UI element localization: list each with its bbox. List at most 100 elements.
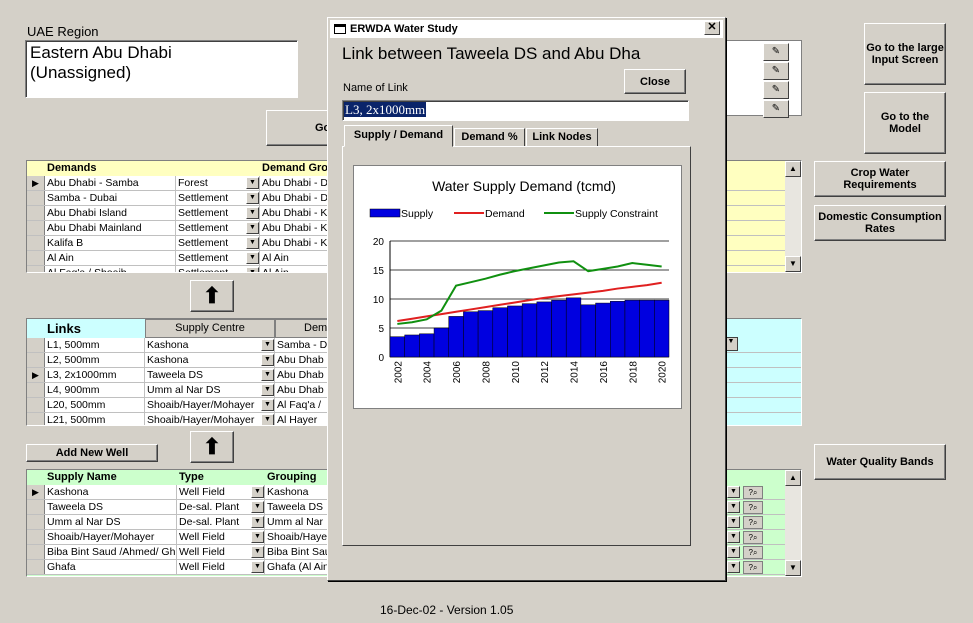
record-selector[interactable]	[27, 383, 45, 397]
scroll-down-icon[interactable]: ▼	[785, 560, 801, 576]
dropdown-arrow-icon[interactable]: ▼	[727, 546, 740, 558]
move-up-arrow-button[interactable]: ⬆	[190, 280, 234, 312]
dropdown-arrow-icon[interactable]: ▼	[251, 531, 264, 543]
record-selector[interactable]: ▶	[27, 485, 45, 499]
domestic-consumption-button[interactable]: Domestic Consumption Rates	[814, 205, 946, 241]
link-name[interactable]: L21, 500mm	[45, 413, 145, 425]
demand-group[interactable]: Abu Dhabi - D	[260, 191, 330, 205]
go-model-button[interactable]: Go to the Model	[864, 92, 946, 154]
supply-name[interactable]: Kashona	[45, 485, 177, 499]
record-selector[interactable]	[27, 413, 45, 425]
crop-water-button[interactable]: Crop Water Requirements	[814, 161, 946, 197]
demand-name[interactable]: Al Ain	[45, 251, 176, 265]
demand-name[interactable]: Abu Dhabi - Samba	[45, 176, 176, 190]
record-selector[interactable]	[27, 266, 45, 272]
edit-icon[interactable]: ✎	[763, 62, 789, 80]
dropdown-arrow-icon[interactable]: ▼	[251, 516, 264, 528]
demand-type[interactable]: Settlement ▼	[176, 266, 260, 272]
record-selector[interactable]	[27, 206, 45, 220]
link-supply-centre[interactable]: Taweela DS ▼	[145, 368, 275, 382]
supply-name[interactable]: Taweela DS	[45, 500, 177, 514]
dropdown-arrow-icon[interactable]: ▼	[246, 267, 259, 272]
dropdown-arrow-icon[interactable]: ▼	[261, 339, 274, 351]
demands-scrollbar[interactable]: ▲ ▼	[785, 161, 801, 272]
supply-type[interactable]: Well Field ▼	[177, 545, 265, 559]
supply-name[interactable]: Biba Bint Saud /Ahmed/ Gh	[45, 545, 177, 559]
dropdown-arrow-icon[interactable]: ▼	[727, 516, 740, 528]
supply-name[interactable]: Ghafa	[45, 560, 177, 574]
demand-type[interactable]: Settlement ▼	[176, 191, 260, 205]
link-demand[interactable]: Abu Dhab	[275, 383, 335, 397]
supply-name[interactable]: Shoaib/Hayer/Mohayer	[45, 530, 177, 544]
demand-name[interactable]: Al Faq'a / Shoaib	[45, 266, 176, 272]
lookup-icon[interactable]: ?⌕	[743, 531, 763, 544]
dropdown-arrow-icon[interactable]: ▼	[246, 177, 259, 189]
link-demand[interactable]: Abu Dhab	[275, 368, 335, 382]
link-name[interactable]: L4, 900mm	[45, 383, 145, 397]
edit-icon[interactable]: ✎	[763, 100, 789, 118]
dropdown-arrow-icon[interactable]: ▼	[727, 486, 740, 498]
scroll-down-icon[interactable]: ▼	[785, 256, 801, 272]
record-selector[interactable]	[27, 221, 45, 235]
link-name[interactable]: L1, 500mm	[45, 338, 145, 352]
record-selector[interactable]	[27, 560, 45, 574]
dropdown-arrow-icon[interactable]: ▼	[246, 237, 259, 249]
dropdown-arrow-icon[interactable]: ▼	[261, 414, 274, 425]
dropdown-arrow-icon[interactable]: ▼	[251, 486, 264, 498]
link-name[interactable]: L20, 500mm	[45, 398, 145, 412]
lookup-icon[interactable]: ?⌕	[743, 501, 763, 514]
supply-group[interactable]: Kashona	[265, 485, 335, 499]
dropdown-arrow-icon[interactable]: ▼	[261, 369, 274, 381]
link-name-input[interactable]: L3, 2x1000mm	[342, 100, 689, 121]
demand-name[interactable]: Abu Dhabi Island	[45, 206, 176, 220]
record-selector[interactable]	[27, 515, 45, 529]
dropdown-arrow-icon[interactable]: ▼	[251, 501, 264, 513]
demand-type[interactable]: Settlement ▼	[176, 251, 260, 265]
supply-type[interactable]: De-sal. Plant ▼	[177, 500, 265, 514]
lookup-icon[interactable]: ?⌕	[743, 486, 763, 499]
record-selector[interactable]	[27, 500, 45, 514]
water-quality-button[interactable]: Water Quality Bands	[814, 444, 946, 480]
dropdown-arrow-icon[interactable]: ▼	[727, 561, 740, 573]
supply-type[interactable]: Well Field ▼	[177, 560, 265, 574]
dropdown-arrow-icon[interactable]: ▼	[724, 337, 738, 351]
scroll-up-icon[interactable]: ▲	[785, 161, 801, 177]
demand-type[interactable]: Settlement ▼	[176, 206, 260, 220]
supply-group[interactable]: Shoaib/Haye	[265, 530, 335, 544]
record-selector[interactable]	[27, 251, 45, 265]
supply-type[interactable]: Well Field ▼	[177, 530, 265, 544]
dropdown-arrow-icon[interactable]: ▼	[251, 546, 264, 558]
supply-group[interactable]: Ghafa (Al Ain	[265, 560, 335, 574]
dropdown-arrow-icon[interactable]: ▼	[246, 192, 259, 204]
region-field[interactable]: Eastern Abu Dhabi (Unassigned)	[25, 40, 298, 98]
supply-name[interactable]: Umm al Nar DS	[45, 515, 177, 529]
supply-scrollbar[interactable]: ▲ ▼	[785, 470, 801, 576]
dropdown-arrow-icon[interactable]: ▼	[261, 384, 274, 396]
tab-supply-demand[interactable]: Supply / Demand	[344, 125, 453, 147]
edit-icon[interactable]: ✎	[763, 81, 789, 99]
dropdown-arrow-icon[interactable]: ▼	[251, 561, 264, 573]
supply-group[interactable]: Biba Bint Sau	[265, 545, 335, 559]
add-new-well-button[interactable]: Add New Well	[26, 444, 158, 462]
lookup-icon[interactable]: ?⌕	[743, 546, 763, 559]
link-name[interactable]: L2, 500mm	[45, 353, 145, 367]
dropdown-arrow-icon[interactable]: ▼	[246, 222, 259, 234]
dropdown-arrow-icon[interactable]: ▼	[727, 501, 740, 513]
demand-type[interactable]: Settlement ▼	[176, 221, 260, 235]
link-supply-centre[interactable]: Shoaib/Hayer/Mohayer ▼	[145, 413, 275, 425]
record-selector[interactable]	[27, 236, 45, 250]
link-supply-centre[interactable]: Kashona ▼	[145, 338, 275, 352]
link-supply-centre[interactable]: Shoaib/Hayer/Mohayer ▼	[145, 398, 275, 412]
supply-group[interactable]: Taweela DS	[265, 500, 335, 514]
link-demand[interactable]: Al Faq'a /	[275, 398, 335, 412]
link-demand[interactable]: Samba - D	[275, 338, 335, 352]
link-name[interactable]: L3, 2x1000mm	[45, 368, 145, 382]
lookup-icon[interactable]: ?⌕	[743, 516, 763, 529]
demand-name[interactable]: Kalifa B	[45, 236, 176, 250]
close-button[interactable]: Close	[624, 69, 686, 94]
demand-group[interactable]: Abu Dhabi - D	[260, 176, 330, 190]
record-selector[interactable]: ▶	[27, 368, 45, 382]
link-demand[interactable]: Abu Dhab	[275, 353, 335, 367]
demand-group[interactable]: Al Ain	[260, 266, 330, 272]
record-selector[interactable]	[27, 338, 45, 352]
